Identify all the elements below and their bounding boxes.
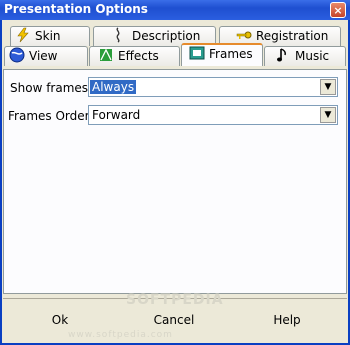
lightning-icon xyxy=(15,27,31,43)
music-note-icon xyxy=(275,47,291,63)
frames-order-value: Forward xyxy=(92,108,141,122)
show-frames-label: Show frames xyxy=(10,81,89,95)
tab-registration-label: Registration xyxy=(256,29,329,43)
close-button[interactable]: × xyxy=(330,2,346,18)
tab-view-label: View xyxy=(29,49,58,63)
show-frames-value: Always xyxy=(90,80,137,94)
chevron-down-icon[interactable]: ▼ xyxy=(320,107,336,123)
tab-frames[interactable]: Frames xyxy=(181,43,263,66)
globe-icon xyxy=(9,47,25,63)
chevron-down-icon[interactable]: ▼ xyxy=(320,79,336,95)
tab-description-label: Description xyxy=(132,29,201,43)
effects-icon xyxy=(98,47,114,63)
title-bar: Presentation Options × xyxy=(0,0,350,20)
tab-view[interactable]: View xyxy=(4,46,88,66)
softpedia-url-watermark: www.softpedia.com xyxy=(68,330,173,340)
tab-effects[interactable]: Effects xyxy=(89,46,180,66)
frames-order-select[interactable]: Forward ▼ xyxy=(88,105,338,125)
window-title: Presentation Options xyxy=(4,2,148,16)
frame-icon xyxy=(189,45,205,61)
frames-panel xyxy=(3,69,347,294)
tab-effects-label: Effects xyxy=(118,49,159,63)
scroll-icon xyxy=(112,27,128,43)
tab-skin-label: Skin xyxy=(35,29,61,43)
frames-order-label: Frames Order xyxy=(8,109,90,123)
tab-frames-label: Frames xyxy=(209,47,253,61)
help-button[interactable]: Help xyxy=(247,305,327,335)
tab-music[interactable]: Music xyxy=(264,46,346,66)
key-icon xyxy=(236,27,252,43)
show-frames-select[interactable]: Always ▼ xyxy=(88,77,338,97)
tab-music-label: Music xyxy=(295,49,330,63)
tab-skin[interactable]: Skin xyxy=(10,26,90,46)
